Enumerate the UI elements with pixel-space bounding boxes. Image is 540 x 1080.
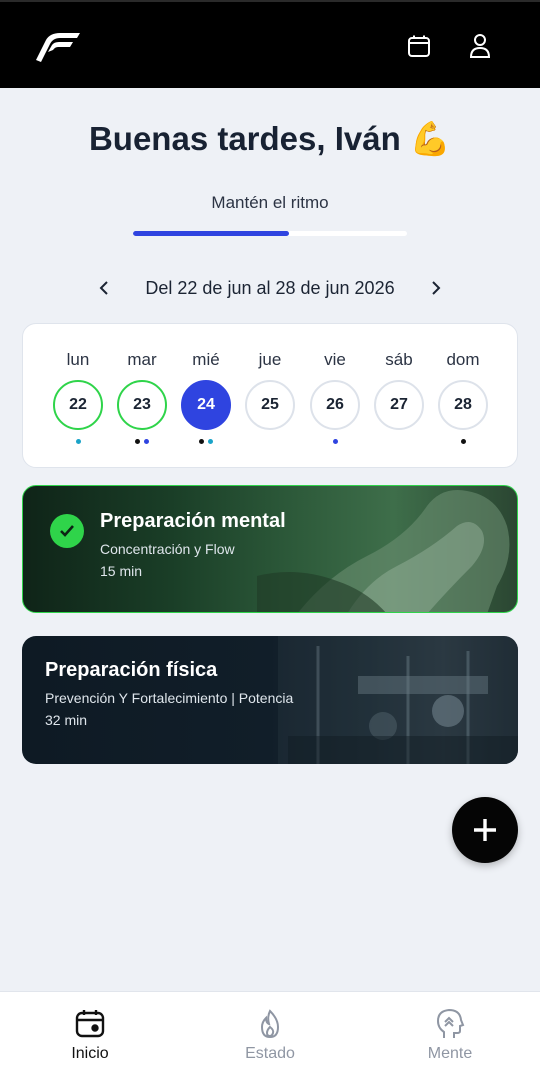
session-title: Preparación física: [45, 659, 218, 681]
day-button[interactable]: 26: [310, 380, 360, 430]
activity-dot: [199, 439, 204, 444]
nav-label: Estado: [245, 1045, 295, 1062]
session-title: Preparación mental: [100, 510, 286, 532]
week-calendar: lun 22 mar 23 mié 24 jue 25 vie 26 sáb 2…: [22, 323, 518, 468]
day-activity-dots: [303, 439, 367, 444]
user-icon[interactable]: [464, 30, 496, 62]
streak-progress-fill: [133, 231, 290, 236]
add-button[interactable]: [452, 797, 518, 863]
flame-icon: [254, 1008, 286, 1040]
day-button[interactable]: 27: [374, 380, 424, 430]
prev-week-button[interactable]: [90, 274, 118, 302]
calendar-icon: [74, 1008, 106, 1040]
day-column: sáb 27: [367, 324, 431, 469]
chevron-right-icon: [432, 281, 441, 295]
session-duration: 32 min: [45, 712, 88, 728]
day-button[interactable]: 25: [245, 380, 295, 430]
day-name: vie: [324, 350, 346, 369]
gym-photo: [278, 636, 518, 764]
nav-label: Mente: [427, 1045, 473, 1062]
hands-photo: [257, 490, 510, 612]
top-bar: [0, 0, 540, 88]
nav-item-mente[interactable]: Mente: [360, 992, 540, 1080]
day-button[interactable]: 22: [53, 380, 103, 430]
day-column: vie 26: [303, 324, 367, 469]
day-button[interactable]: 24: [181, 380, 231, 430]
activity-dot: [208, 439, 213, 444]
day-name: mié: [192, 350, 220, 369]
day-activity-dots: [431, 439, 495, 444]
day-activity-dots: [174, 439, 238, 444]
day-button[interactable]: 23: [117, 380, 167, 430]
day-name: sáb: [385, 350, 413, 369]
day-column: mié 24: [174, 324, 238, 469]
nav-item-estado[interactable]: Estado: [180, 992, 360, 1080]
bottom-nav: Inicio Estado Mente: [0, 991, 540, 1080]
completed-check-icon: [50, 514, 84, 548]
activity-dot: [332, 439, 338, 444]
activity-dot: [460, 439, 466, 444]
day-column: dom 28: [431, 324, 495, 469]
session-card-fisica[interactable]: Preparación física Prevención Y Fortalec…: [22, 636, 518, 764]
streak-subtitle: Mantén el ritmo: [211, 193, 329, 212]
session-card-mental[interactable]: Preparación mental Concentración y Flow …: [22, 485, 518, 613]
week-navigator: Del 22 de jun al 28 de jun 2026: [90, 274, 450, 302]
calendar-icon[interactable]: [403, 30, 435, 62]
week-range-label: Del 22 de jun al 28 de jun 2026: [145, 277, 395, 298]
day-column: mar 23: [110, 324, 174, 469]
day-activity-dots: [46, 439, 110, 444]
head-icon: [434, 1008, 466, 1040]
greeting-title: Buenas tardes, Iván 💪: [88, 120, 452, 157]
day-name: mar: [127, 350, 157, 369]
activity-dot: [75, 439, 81, 444]
activity-dot: [144, 439, 149, 444]
activity-dot: [135, 439, 140, 444]
day-name: lun: [66, 350, 90, 369]
day-activity-dots: [110, 439, 174, 444]
chevron-left-icon: [99, 281, 108, 295]
day-column: lun 22: [46, 324, 110, 469]
plus-icon: [474, 819, 496, 841]
day-name: jue: [258, 350, 282, 369]
nav-label: Inicio: [71, 1045, 109, 1062]
session-subtitle: Concentración y Flow: [100, 541, 235, 557]
day-name: dom: [446, 350, 480, 369]
session-subtitle: Prevención Y Fortalecimiento | Potencia: [45, 690, 294, 706]
streak-progress-bar: [133, 231, 407, 236]
day-button[interactable]: 28: [438, 380, 488, 430]
next-week-button[interactable]: [422, 274, 450, 302]
day-column: jue 25: [238, 324, 302, 469]
session-duration: 15 min: [100, 563, 143, 579]
nav-item-inicio[interactable]: Inicio: [0, 992, 180, 1080]
brand-logo[interactable]: [30, 26, 82, 66]
